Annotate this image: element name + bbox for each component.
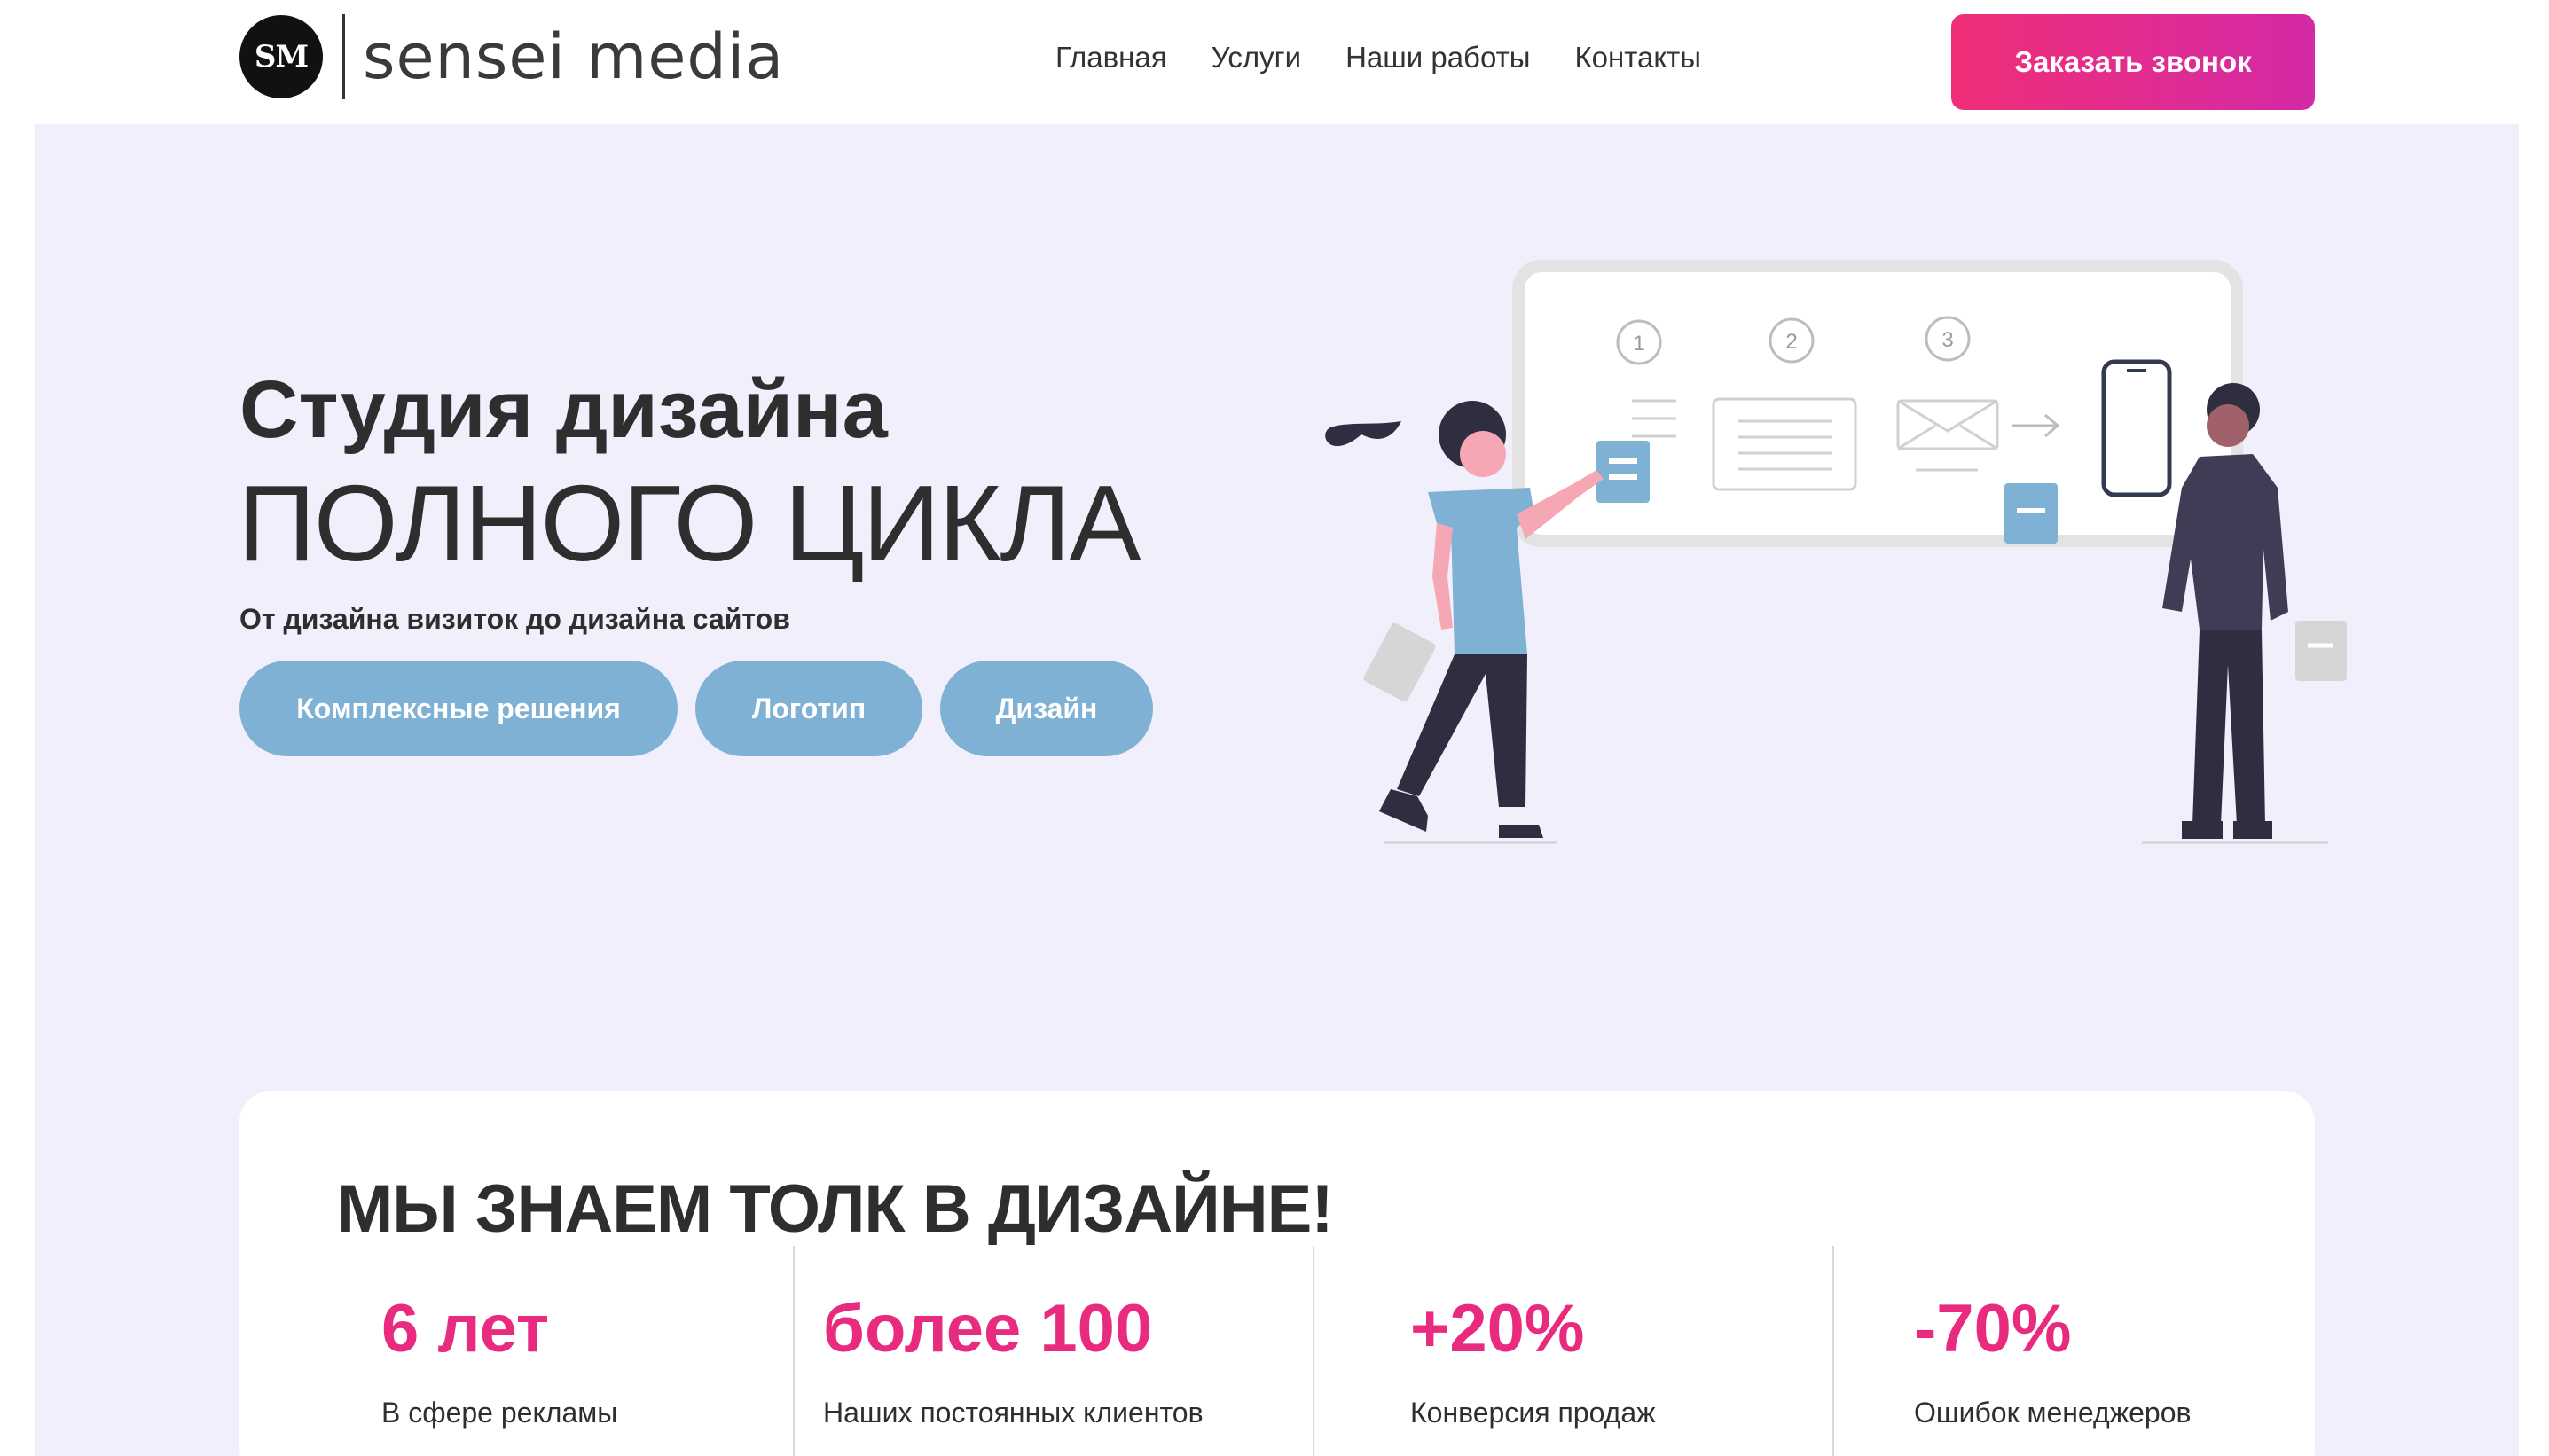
stats-card: МЫ ЗНАЕМ ТОЛК В ДИЗАЙНЕ! 6 лет В сфере р… (239, 1091, 2315, 1456)
hero-subtitle: От дизайна визиток до дизайна сайтов (239, 603, 790, 635)
hero-title-secondary: ПОЛНОГО ЦИКЛА (238, 463, 1141, 583)
phone-icon (2101, 359, 2172, 497)
logo[interactable]: SM sensei media (239, 14, 784, 99)
stat-label: Конверсия продаж (1410, 1397, 1656, 1429)
stat-errors: -70% Ошибок менеджеров (1914, 1246, 2286, 1456)
site-header: SM sensei media Главная Услуги Наши рабо… (35, 0, 2519, 124)
step-number-2: 2 (1785, 330, 1797, 354)
logo-wordmark: sensei media (363, 20, 785, 93)
stat-label: В сфере рекламы (381, 1397, 618, 1429)
stat-years: 6 лет В сфере рекламы (381, 1246, 754, 1456)
main-nav: Главная Услуги Наши работы Контакты (1055, 41, 1701, 74)
stat-value: -70% (1914, 1291, 2072, 1366)
stat-divider (1832, 1246, 1834, 1456)
hero-pills: Комплексные решения Логотип Дизайн (239, 661, 1153, 756)
nav-link-home[interactable]: Главная (1055, 41, 1167, 74)
stat-conversion: +20% Конверсия продаж (1410, 1246, 1765, 1456)
hero-title: Студия дизайна (239, 364, 888, 455)
pill-complex-solutions[interactable]: Комплексные решения (239, 661, 678, 756)
sticky-note-icon (1596, 441, 1650, 503)
page: SM sensei media Главная Услуги Наши рабо… (35, 0, 2519, 1456)
stat-label: Наших постоянных клиентов (823, 1397, 1204, 1429)
stats-title: МЫ ЗНАЕМ ТОЛК В ДИЗАЙНЕ! (337, 1171, 1334, 1247)
nav-link-works[interactable]: Наши работы (1345, 41, 1530, 74)
stat-value: более 100 (823, 1291, 1153, 1366)
stat-clients: более 100 Наших постоянных клиентов (823, 1246, 1284, 1456)
stat-label: Ошибок менеджеров (1914, 1397, 2192, 1429)
step-number-3: 3 (1941, 328, 1953, 352)
stat-divider (793, 1246, 795, 1456)
stat-value: +20% (1410, 1291, 1585, 1366)
logo-divider (342, 14, 345, 99)
hero-illustration: 1 2 3 (1325, 260, 2347, 844)
nav-link-services[interactable]: Услуги (1212, 41, 1301, 74)
pill-design[interactable]: Дизайн (940, 661, 1153, 756)
logo-mark: SM (239, 15, 323, 98)
sticky-note-icon (2004, 483, 2058, 544)
stat-value: 6 лет (381, 1291, 550, 1366)
pill-logo[interactable]: Логотип (695, 661, 922, 756)
order-call-button[interactable]: Заказать звонок (1951, 14, 2315, 110)
stat-divider (1313, 1246, 1314, 1456)
step-number-1: 1 (1633, 332, 1644, 356)
nav-link-contacts[interactable]: Контакты (1574, 41, 1701, 74)
